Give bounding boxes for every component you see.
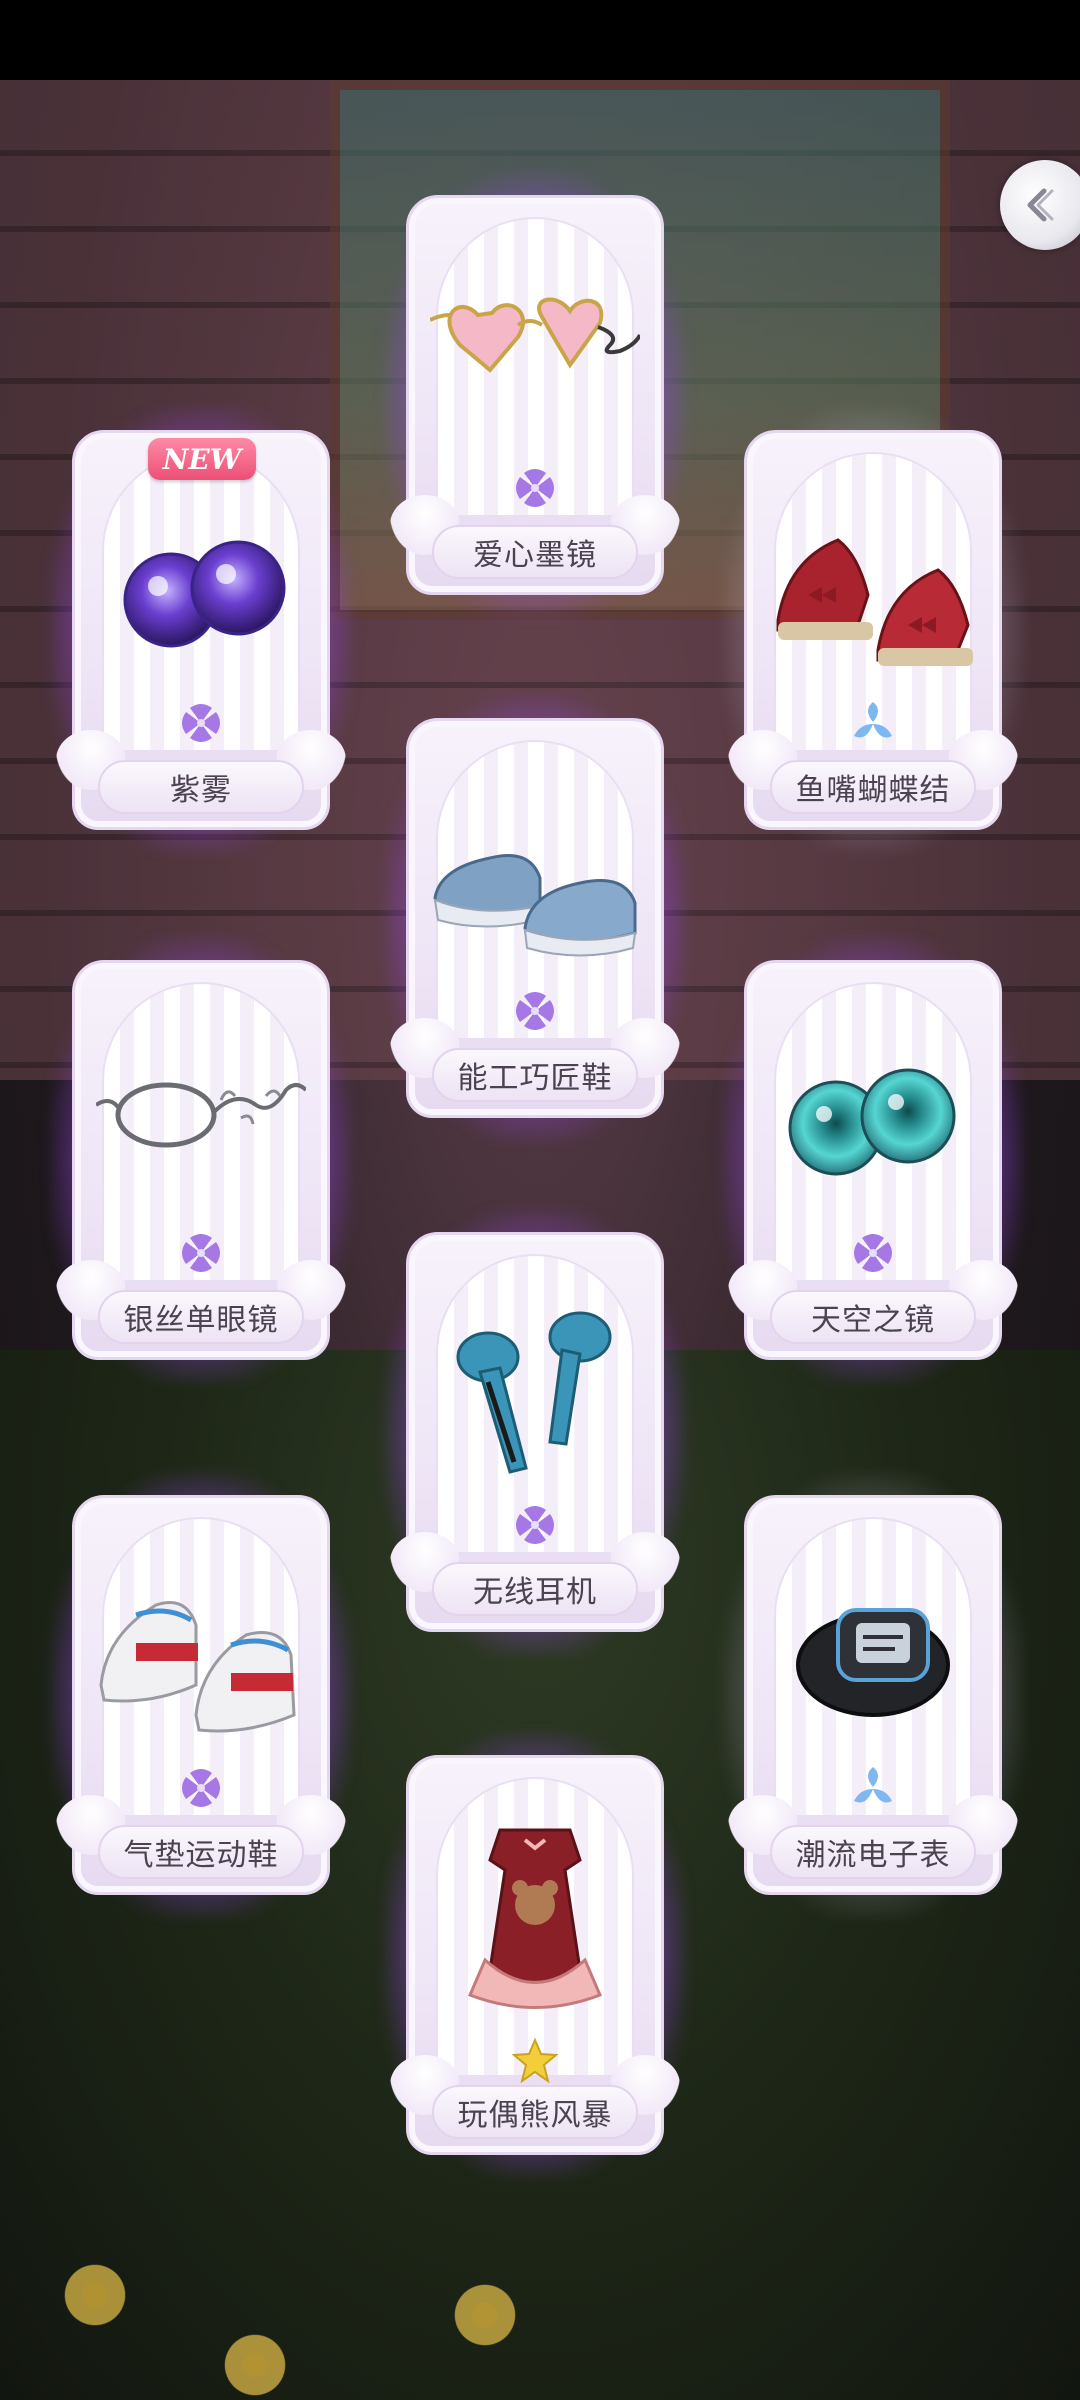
card-label: 银丝单眼镜	[98, 1290, 304, 1344]
rarity-flower-icon	[182, 1769, 220, 1807]
reward-card-yuzui-hudiejie[interactable]: 鱼嘴蝴蝶结	[722, 408, 1024, 852]
rarity-flower-icon	[516, 1506, 554, 1544]
card-label: 气垫运动鞋	[98, 1825, 304, 1879]
card-label: 玩偶熊风暴	[432, 2085, 638, 2139]
rarity-flower-icon	[516, 469, 554, 507]
card-label: 鱼嘴蝴蝶结	[770, 760, 976, 814]
reward-card-qidian-yundongxie[interactable]: 气垫运动鞋	[50, 1473, 352, 1917]
card-label: 爱心墨镜	[432, 525, 638, 579]
back-button[interactable]	[1000, 160, 1080, 250]
rarity-flower-icon	[854, 702, 892, 738]
silver-monocle-icon	[96, 1082, 306, 1148]
rarity-flower-icon	[511, 2037, 559, 2084]
rarity-flower-icon	[516, 992, 554, 1030]
reward-card-wanou-xiongfengbao[interactable]: 玩偶熊风暴	[384, 1733, 686, 2177]
teal-contact-lens-icon	[788, 1068, 956, 1176]
rarity-flower-icon	[182, 704, 220, 742]
reward-card-aixin-mojing[interactable]: 爱心墨镜	[384, 173, 686, 617]
flower-decoration	[220, 2330, 290, 2400]
card-label: 能工巧匠鞋	[432, 1048, 638, 1102]
wireless-earbuds-icon	[456, 1311, 612, 1474]
back-chevron-icon	[1027, 188, 1054, 222]
bear-dress-icon	[468, 1828, 602, 2009]
digital-watch-icon	[796, 1608, 950, 1717]
purple-contact-lens-icon	[123, 540, 286, 648]
reward-card-wuxian-erji[interactable]: 无线耳机	[384, 1210, 686, 1654]
flower-decoration	[450, 2280, 520, 2350]
reward-card-yinsi-danyanjing[interactable]: 银丝单眼镜	[50, 938, 352, 1382]
card-label: 天空之镜	[770, 1290, 976, 1344]
reward-card-chaoliu-dianzibiao[interactable]: 潮流电子表	[722, 1473, 1024, 1917]
white-sports-shoes-icon	[99, 1601, 296, 1733]
card-label: 紫雾	[98, 760, 304, 814]
rarity-flower-icon	[854, 1234, 892, 1272]
red-wedge-sandals-icon	[776, 538, 973, 666]
reward-card-zi-wu[interactable]: NEW 紫雾	[50, 408, 352, 852]
status-bar	[0, 0, 1080, 80]
rarity-flower-icon	[854, 1767, 892, 1803]
flower-decoration	[60, 2260, 130, 2330]
reward-card-tiankong-zhijing[interactable]: 天空之镜	[722, 938, 1024, 1382]
gacha-result-screen: NEW 紫雾 爱心墨镜 鱼嘴蝴蝶结 能工巧匠鞋 银丝单眼镜 天空之镜 无线耳机 …	[0, 0, 1080, 2400]
card-label: 潮流电子表	[770, 1825, 976, 1879]
blue-sneakers-icon	[433, 854, 637, 957]
card-label: 无线耳机	[432, 1562, 638, 1616]
rarity-flower-icon	[182, 1234, 220, 1272]
heart-sunglasses-icon	[430, 297, 640, 373]
reward-card-nenggong-qiaojiangxie[interactable]: 能工巧匠鞋	[384, 696, 686, 1140]
new-badge: NEW	[148, 438, 256, 480]
